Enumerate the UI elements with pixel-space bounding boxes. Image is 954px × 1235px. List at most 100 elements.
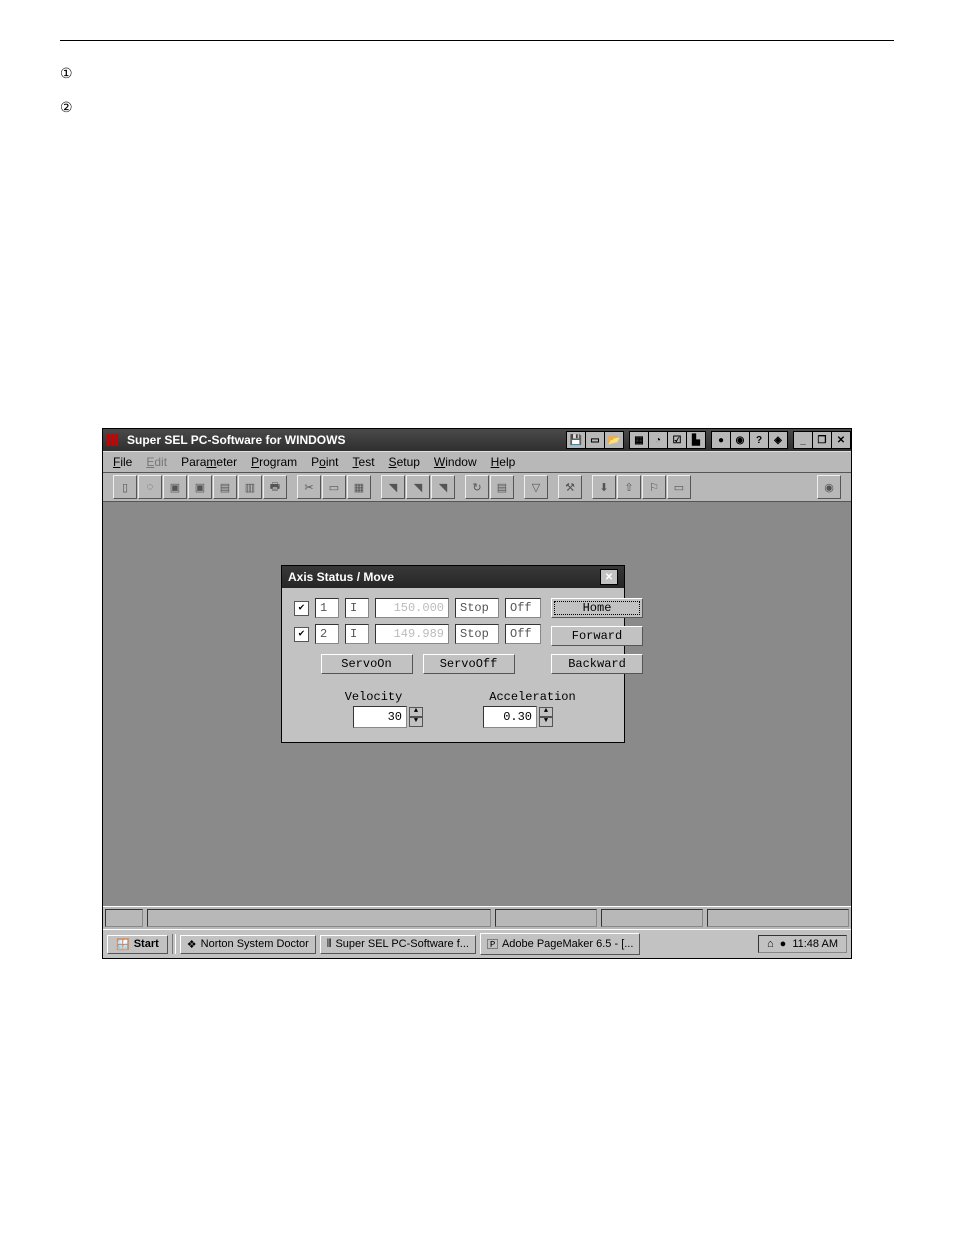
- servo-off-button[interactable]: ServoOff: [423, 654, 515, 674]
- titlebar: Super SEL PC-Software for WINDOWS 💾 ▭ 📂 …: [103, 429, 851, 451]
- tool-icon[interactable]: ▦: [629, 431, 649, 449]
- forward-button[interactable]: Forward: [551, 626, 643, 646]
- menu-file[interactable]: File: [113, 455, 132, 469]
- acceleration-input[interactable]: [483, 706, 537, 728]
- toolbar: ▯ ◌ ▣ ▣ ▤ ▥ 🖶 ✂ ▭ ▦ ◥ ◥ ◥ ↻ ▤ ▽ ⚒ ⬇ ⇧ ⚐: [103, 473, 851, 502]
- tb-copy-icon[interactable]: ▭: [322, 475, 346, 499]
- axis-dialog: Axis Status / Move ✕ ✔ 1 I 150.000 Stop: [281, 565, 625, 743]
- windows-icon: 🪟: [116, 938, 130, 951]
- tb-up-icon[interactable]: ⇧: [617, 475, 641, 499]
- tray-icon-1[interactable]: ⌂: [767, 938, 774, 950]
- acc-down-icon[interactable]: ▼: [539, 717, 553, 727]
- app-icon: [107, 434, 123, 446]
- tb-print-icon[interactable]: 🖶: [263, 475, 287, 499]
- menubar: File Edit Parameter Program Point Test S…: [103, 451, 851, 473]
- task-norton[interactable]: ❖Norton System Doctor: [180, 935, 316, 954]
- pagemaker-icon: 🄿: [487, 936, 498, 952]
- start-button[interactable]: 🪟 Start: [107, 935, 168, 954]
- axis1-servo: Off: [505, 598, 541, 618]
- maximize-button[interactable]: ❐: [812, 431, 832, 449]
- velocity-spinner[interactable]: ▲▼: [353, 706, 423, 728]
- backward-button[interactable]: Backward: [551, 654, 643, 674]
- axis2-pos: 149.989: [375, 624, 449, 644]
- tb-cut-icon[interactable]: ✂: [297, 475, 321, 499]
- menu-program[interactable]: Program: [251, 455, 297, 469]
- axis-row-2: ✔ 2 I 149.989 Stop Off: [294, 624, 541, 644]
- tb-2[interactable]: ◌: [138, 475, 162, 499]
- tb-flag-icon[interactable]: ⚐: [642, 475, 666, 499]
- tb-a[interactable]: ◥: [381, 475, 405, 499]
- menu-test[interactable]: Test: [353, 455, 375, 469]
- taskbar: 🪟 Start ❖Norton System Doctor ⫴Super SEL…: [103, 929, 851, 958]
- chart-icon[interactable]: ▙: [686, 431, 706, 449]
- acceleration-label: Acceleration: [453, 690, 612, 704]
- diamond-icon[interactable]: ◈: [768, 431, 788, 449]
- print-icon[interactable]: ●: [711, 431, 731, 449]
- tb-win-icon[interactable]: ▭: [667, 475, 691, 499]
- velocity-label: Velocity: [294, 690, 453, 704]
- velocity-input[interactable]: [353, 706, 407, 728]
- axis1-pos: 150.000: [375, 598, 449, 618]
- floppy-icon[interactable]: 💾: [566, 431, 586, 449]
- app-title: Super SEL PC-Software for WINDOWS: [127, 433, 345, 447]
- lens-icon[interactable]: ◉: [730, 431, 750, 449]
- axis1-i: I: [345, 598, 369, 618]
- system-tray[interactable]: ⌂ ● 11:48 AM: [758, 935, 847, 953]
- tb-5[interactable]: ▤: [213, 475, 237, 499]
- tb-1[interactable]: ▯: [113, 475, 137, 499]
- folder-icon[interactable]: 📂: [604, 431, 624, 449]
- bullet-2: ②: [60, 99, 894, 119]
- tb-3[interactable]: ▣: [163, 475, 187, 499]
- menu-setup[interactable]: Setup: [389, 455, 420, 469]
- axis-row-1: ✔ 1 I 150.000 Stop Off: [294, 598, 541, 618]
- menu-help[interactable]: Help: [491, 455, 516, 469]
- tb-6[interactable]: ▥: [238, 475, 262, 499]
- servo-on-button[interactable]: ServoOn: [321, 654, 413, 674]
- tray-clock: 11:48 AM: [792, 938, 838, 950]
- check-icon[interactable]: ☑: [667, 431, 687, 449]
- tray-icon-2[interactable]: ●: [780, 938, 787, 950]
- mdi-client: Axis Status / Move ✕ ✔ 1 I 150.000 Stop: [103, 502, 851, 906]
- clock-icon[interactable]: ◔: [648, 431, 668, 449]
- menu-window[interactable]: Window: [434, 455, 477, 469]
- menu-edit: Edit: [146, 455, 167, 469]
- axis2-state: Stop: [455, 624, 499, 644]
- axis1-checkbox[interactable]: ✔: [294, 601, 309, 616]
- tb-4[interactable]: ▣: [188, 475, 212, 499]
- vel-down-icon[interactable]: ▼: [409, 717, 423, 727]
- dialog-close-button[interactable]: ✕: [600, 569, 618, 585]
- tb-b[interactable]: ◥: [406, 475, 430, 499]
- menu-parameter[interactable]: Parameter: [181, 455, 237, 469]
- close-button[interactable]: ✕: [831, 431, 851, 449]
- dialog-title: Axis Status / Move: [288, 570, 394, 584]
- statusbar: [103, 906, 851, 929]
- tb-down-icon[interactable]: ⬇: [592, 475, 616, 499]
- screenshot: Super SEL PC-Software for WINDOWS 💾 ▭ 📂 …: [102, 428, 852, 959]
- norton-icon: ❖: [187, 938, 197, 951]
- axis2-servo: Off: [505, 624, 541, 644]
- axis2-num: 2: [315, 624, 339, 644]
- task-pagemaker[interactable]: 🄿Adobe PageMaker 6.5 - [...: [480, 933, 640, 955]
- horizontal-rule: [60, 40, 894, 41]
- tb-f[interactable]: ▽: [524, 475, 548, 499]
- home-button[interactable]: Home: [551, 598, 643, 618]
- tb-paste-icon[interactable]: ▦: [347, 475, 371, 499]
- menu-point[interactable]: Point: [311, 455, 338, 469]
- acceleration-spinner[interactable]: ▲▼: [483, 706, 553, 728]
- axis2-checkbox[interactable]: ✔: [294, 627, 309, 642]
- tb-c[interactable]: ◥: [431, 475, 455, 499]
- task-supersel[interactable]: ⫴Super SEL PC-Software f...: [320, 935, 476, 954]
- bullet-1: ①: [60, 65, 894, 85]
- vel-up-icon[interactable]: ▲: [409, 707, 423, 717]
- axis1-state: Stop: [455, 598, 499, 618]
- acc-up-icon[interactable]: ▲: [539, 707, 553, 717]
- page-icon[interactable]: ▭: [585, 431, 605, 449]
- axis1-num: 1: [315, 598, 339, 618]
- tb-d[interactable]: ↻: [465, 475, 489, 499]
- tb-e[interactable]: ▤: [490, 475, 514, 499]
- tb-record-icon[interactable]: ◉: [817, 475, 841, 499]
- axis2-i: I: [345, 624, 369, 644]
- tb-g[interactable]: ⚒: [558, 475, 582, 499]
- minimize-button[interactable]: _: [793, 431, 813, 449]
- help-icon[interactable]: ?: [749, 431, 769, 449]
